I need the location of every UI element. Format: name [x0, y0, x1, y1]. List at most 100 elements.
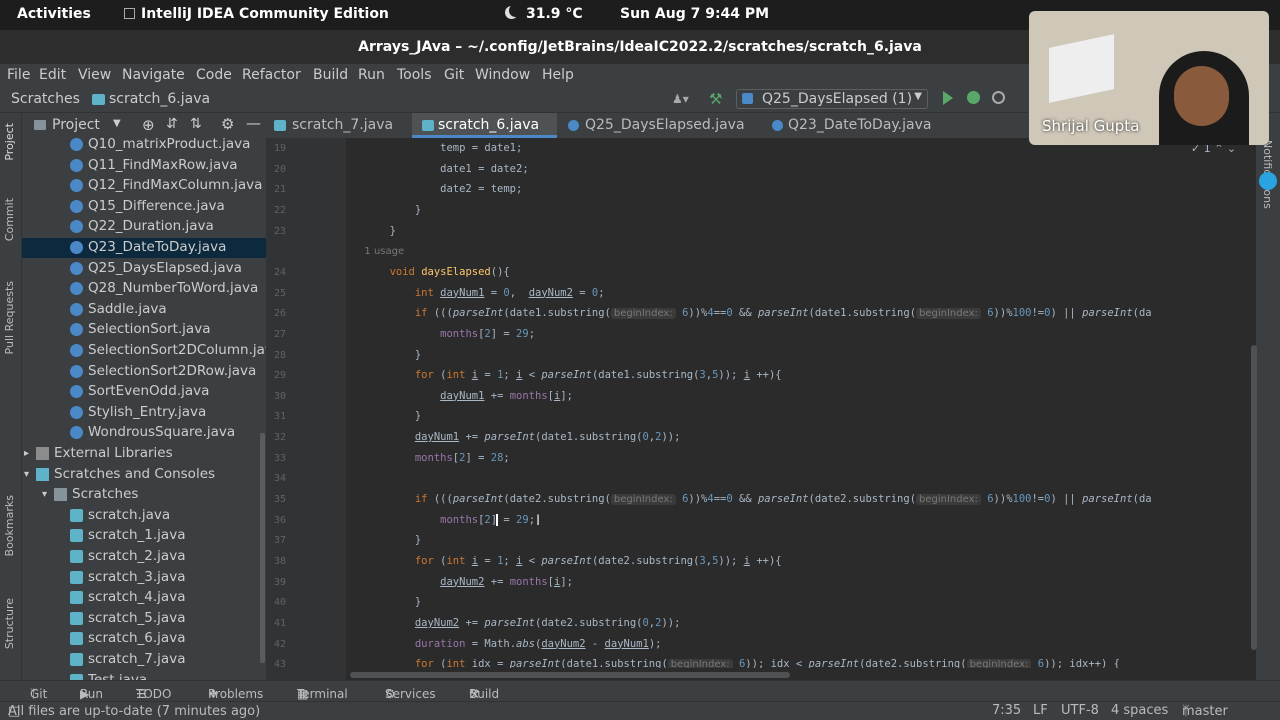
tree-item[interactable]: SelectionSort2DColumn.java	[22, 341, 266, 361]
tree-item-label: Scratches and Consoles	[54, 465, 216, 482]
tree-item[interactable]: SelectionSort.java	[22, 320, 266, 340]
tool-tab-project[interactable]: Project	[3, 123, 16, 161]
tree-item[interactable]: Saddle.java	[22, 300, 266, 320]
code-line: for (int idx = parseInt(date1.substring(…	[346, 654, 1120, 668]
file-encoding[interactable]: UTF-8	[1061, 703, 1099, 718]
tree-item[interactable]: Q28_NumberToWord.java	[22, 279, 266, 299]
chevron-right-icon[interactable]: ▸	[24, 448, 29, 459]
expand-all-icon[interactable]: ⇵	[166, 116, 178, 132]
menu-refactor[interactable]: Refactor	[242, 67, 301, 83]
tab-q23-date-to-day[interactable]: Q23_DateToDay.java	[770, 113, 960, 138]
tree-item[interactable]: scratch_3.java	[22, 568, 266, 588]
code-line: dayNum2 += parseInt(date2.substring(0,2)…	[414, 616, 681, 629]
tree-item[interactable]: Q11_FindMaxRow.java	[22, 156, 266, 176]
caret-position[interactable]: 7:35	[992, 703, 1021, 718]
minimize-icon[interactable]: —	[246, 114, 261, 132]
tree-item-label: scratch_1.java	[88, 527, 186, 544]
project-panel-title[interactable]: Project	[52, 117, 100, 133]
code-line: }	[389, 224, 396, 237]
tool-tab-structure[interactable]: Structure	[3, 598, 16, 649]
chevron-down-icon[interactable]: ▼	[113, 118, 121, 129]
menu-view[interactable]: View	[78, 67, 111, 83]
chevron-down-icon[interactable]: ▾	[42, 489, 47, 500]
tree-item[interactable]: Q25_DaysElapsed.java	[22, 259, 266, 279]
tree-item[interactable]: Test.java	[22, 671, 266, 680]
indent-setting[interactable]: 4 spaces	[1111, 703, 1168, 718]
tree-item-label: Q10_matrixProduct.java	[88, 136, 251, 152]
tree-item[interactable]: scratch_1.java	[22, 526, 266, 546]
tree-item[interactable]: Q23_DateToDay.java	[22, 238, 266, 258]
tree-item[interactable]: scratch_2.java	[22, 547, 266, 567]
code-editor[interactable]: ✓ 1 ⌃ ⌄ I temp = date1; date1 = date2; d…	[346, 138, 1256, 668]
tree-item[interactable]: Q15_Difference.java	[22, 197, 266, 217]
tree-item[interactable]: ▾ Scratches	[22, 485, 266, 505]
tree-item[interactable]: scratch_6.java	[22, 629, 266, 649]
scratch-file-icon	[70, 632, 83, 646]
app-menu[interactable]: IntelliJ IDEA Community Edition	[124, 6, 389, 22]
menu-edit[interactable]: Edit	[39, 67, 66, 83]
tree-item[interactable]: SelectionSort2DRow.java	[22, 362, 266, 382]
code-line: if (((parseInt(date1.substring(beginInde…	[414, 307, 1152, 320]
editor-vertical-scrollbar[interactable]	[1251, 345, 1257, 650]
tree-item[interactable]: SortEvenOdd.java	[22, 382, 266, 402]
moon-icon	[505, 6, 518, 19]
menu-git[interactable]: Git	[444, 67, 464, 83]
menu-tools[interactable]: Tools	[397, 67, 432, 83]
menu-navigate[interactable]: Navigate	[122, 67, 185, 83]
tree-item[interactable]: Stylish_Entry.java	[22, 403, 266, 423]
run-config-select[interactable]: Q25_DaysElapsed (1) ▼	[736, 89, 928, 109]
clock[interactable]: Sun Aug 7 9:44 PM	[620, 6, 769, 22]
user-icon[interactable]: ♟▾	[672, 92, 689, 106]
tree-item[interactable]: WondrousSquare.java	[22, 423, 266, 443]
menu-code[interactable]: Code	[196, 67, 232, 83]
weather-indicator[interactable]: 31.9 °C	[505, 6, 583, 22]
activities-button[interactable]: Activities	[17, 6, 91, 22]
tool-tab-bookmarks[interactable]: Bookmarks	[3, 495, 16, 556]
menu-build[interactable]: Build	[313, 67, 348, 83]
menu-window[interactable]: Window	[475, 67, 530, 83]
menu-run[interactable]: Run	[358, 67, 385, 83]
tab-scratch-7[interactable]: scratch_7.java	[274, 113, 410, 138]
coverage-icon[interactable]	[992, 91, 1005, 104]
menu-help[interactable]: Help	[542, 67, 574, 83]
crosshair-icon[interactable]: ⊕	[142, 116, 155, 134]
tree-item[interactable]: Q22_Duration.java	[22, 217, 266, 237]
tool-tab-pull-requests[interactable]: Pull Requests	[3, 281, 16, 354]
java-class-icon	[70, 282, 83, 296]
assistant-icon[interactable]	[1259, 172, 1277, 190]
breadcrumb-file[interactable]: scratch_6.java	[109, 91, 210, 107]
tree-item[interactable]: Q12_FindMaxColumn.java	[22, 176, 266, 196]
breadcrumb-scratches[interactable]: Scratches	[11, 91, 80, 107]
tree-item[interactable]: scratch_5.java	[22, 609, 266, 629]
tool-todo-label: TODO	[136, 687, 172, 701]
tab-label: Q23_DateToDay.java	[788, 117, 932, 133]
tab-scratch-6[interactable]: scratch_6.java	[412, 113, 557, 138]
tree-item[interactable]: scratch_7.java	[22, 650, 266, 670]
run-icon[interactable]	[943, 91, 953, 105]
usage-hint[interactable]: 1 usage	[346, 241, 404, 261]
debug-icon[interactable]	[967, 91, 980, 104]
tree-scrollbar[interactable]	[260, 433, 265, 663]
line-separator[interactable]: LF	[1033, 703, 1048, 718]
tool-tab-commit[interactable]: Commit	[3, 198, 16, 241]
tree-item[interactable]: scratch_4.java	[22, 588, 266, 608]
tree-item[interactable]: ▾ Scratches and Consoles	[22, 465, 266, 485]
tab-q25-days-elapsed[interactable]: Q25_DaysElapsed.java	[566, 113, 762, 138]
tree-item[interactable]: ▸ External Libraries	[22, 444, 266, 464]
tree-item[interactable]: Q10_matrixProduct.java	[22, 135, 266, 155]
java-class-icon	[70, 199, 83, 213]
code-line: for (int i = 1; i < parseInt(date2.subst…	[414, 555, 782, 567]
intellij-app-icon	[124, 8, 135, 19]
code-line: }	[346, 596, 422, 609]
chevron-down-icon[interactable]: ▾	[24, 469, 29, 480]
editor-horizontal-scrollbar[interactable]	[350, 672, 790, 678]
collapse-all-icon[interactable]: ⇅	[190, 116, 202, 132]
line-number: 20	[273, 163, 286, 175]
tree-item[interactable]: scratch.java	[22, 506, 266, 526]
menu-file[interactable]: File	[7, 67, 30, 83]
hammer-build-icon[interactable]: ⚒	[709, 90, 722, 108]
line-number: 35	[273, 494, 286, 506]
person-face	[1174, 66, 1229, 126]
gear-icon[interactable]: ⚙	[221, 115, 234, 133]
java-class-icon	[70, 405, 83, 419]
